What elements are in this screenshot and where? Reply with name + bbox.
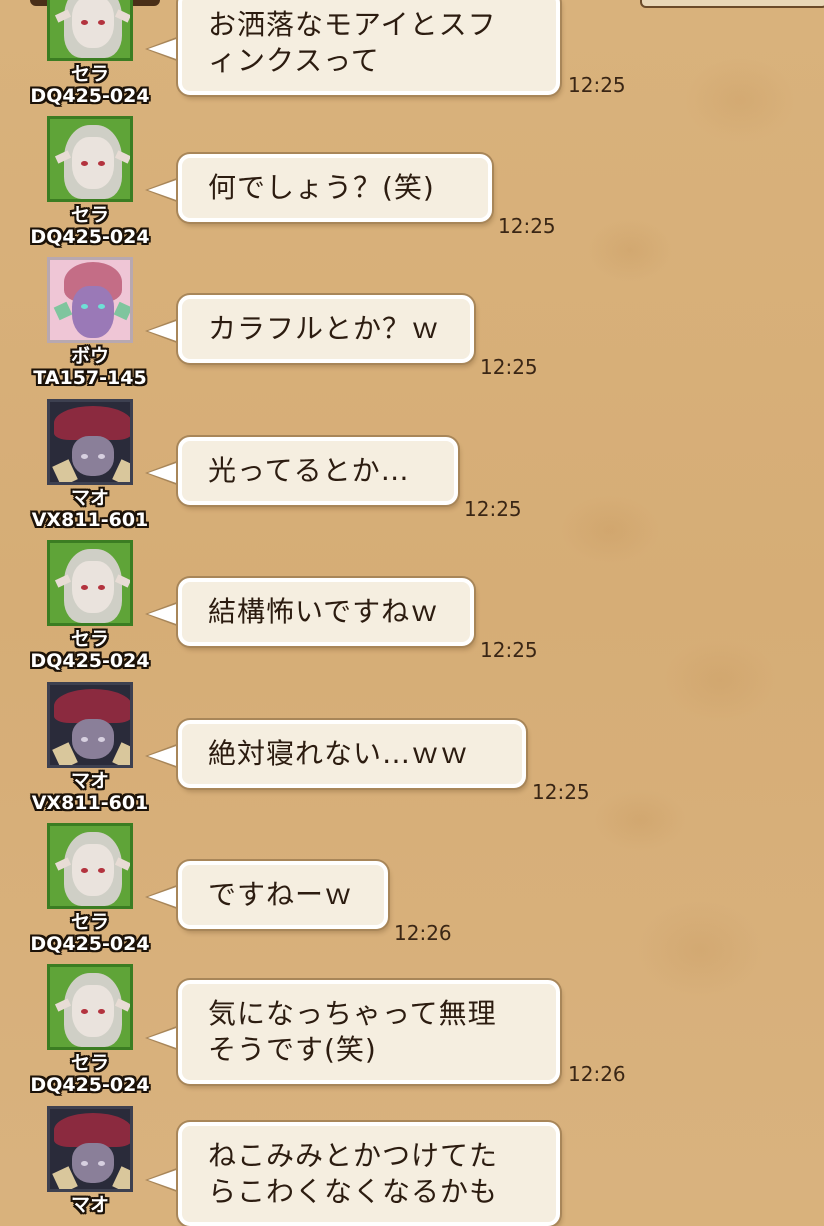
sera-avatar[interactable]	[47, 116, 133, 202]
mao-avatar[interactable]	[47, 1106, 133, 1192]
player-id: DQ425-024	[30, 85, 150, 107]
character-name: セラ	[70, 63, 109, 85]
message-bubble: お洒落なモアイとスフ ィンクスって	[178, 0, 560, 95]
message-bubble: ですねーｗ	[178, 861, 388, 929]
message-bubble: 絶対寝れない…ｗｗ	[178, 720, 526, 788]
message-bubble: ねこみみとかつけてた らこわくなくなるかも	[178, 1122, 560, 1226]
character-name: ボウ	[70, 345, 109, 367]
sera-avatar[interactable]	[47, 540, 133, 626]
message-bubble: カラフルとか？ｗ	[178, 295, 474, 363]
player-id: DQ425-024	[30, 1074, 150, 1096]
sera-avatar[interactable]	[47, 964, 133, 1050]
character-name: マオ	[70, 770, 109, 792]
message-list[interactable]: セラ DQ425-024 お洒落なモアイとスフ ィンクスって 12:25 セラ …	[0, 0, 824, 1226]
mao-avatar[interactable]	[47, 682, 133, 768]
message-time: 12:25	[480, 355, 538, 379]
player-id: DQ425-024	[30, 650, 150, 672]
player-id: DQ425-024	[30, 933, 150, 955]
message-bubble: 光ってるとか…	[178, 437, 458, 505]
player-id: TA157-145	[33, 367, 147, 389]
character-name: マオ	[70, 1194, 109, 1216]
message-time: 12:26	[568, 1062, 626, 1086]
mao-avatar[interactable]	[47, 399, 133, 485]
message-bubble: 結構怖いですねｗ	[178, 578, 474, 646]
sera-avatar[interactable]	[47, 823, 133, 909]
message-time: 12:25	[464, 497, 522, 521]
message-time: 12:25	[532, 780, 590, 804]
player-id: DQ425-024	[30, 226, 150, 248]
sera-avatar[interactable]	[47, 0, 133, 61]
player-id: VX811-601	[31, 792, 149, 814]
character-name: セラ	[70, 204, 109, 226]
message-time: 12:25	[498, 214, 556, 238]
message-time: 12:26	[394, 921, 452, 945]
message-bubble: 何でしょう？(笑)	[178, 154, 492, 222]
character-name: マオ	[70, 487, 109, 509]
character-name: セラ	[70, 1052, 109, 1074]
message-time: 12:25	[480, 638, 538, 662]
player-id: VX811-601	[31, 509, 149, 531]
bou-avatar[interactable]	[47, 257, 133, 343]
character-name: セラ	[70, 628, 109, 650]
message-time: 12:25	[568, 73, 626, 97]
character-name: セラ	[70, 911, 109, 933]
message-bubble: 気になっちゃって無理 そうです(笑)	[178, 980, 560, 1084]
